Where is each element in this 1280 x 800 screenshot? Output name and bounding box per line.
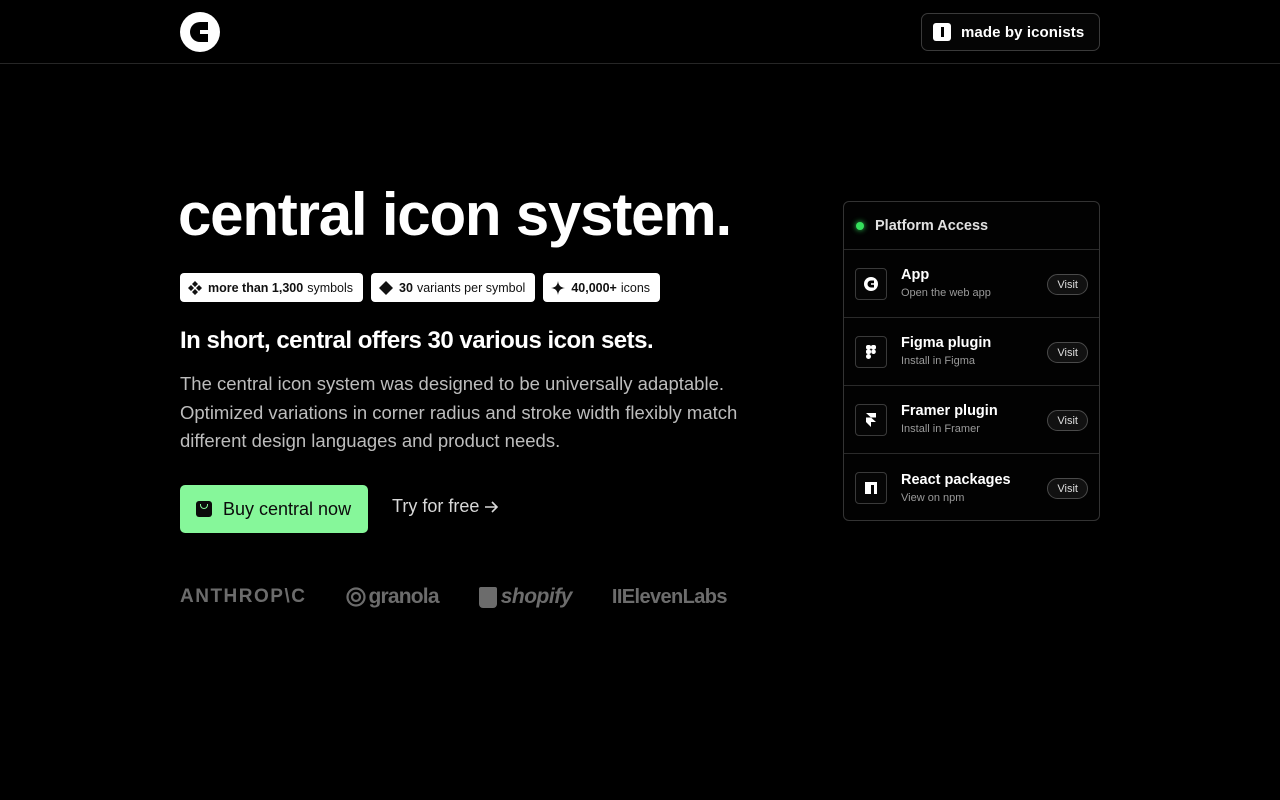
granola-swirl-icon xyxy=(346,587,367,607)
platform-item-title: Figma plugin xyxy=(901,335,992,351)
top-bar: made by iconists xyxy=(0,0,1280,64)
buy-central-button[interactable]: Buy central now xyxy=(180,485,368,533)
pill-bold: 40,000+ xyxy=(571,280,617,295)
npm-icon xyxy=(855,472,887,504)
platform-item-title: React packages xyxy=(901,471,1011,488)
visit-figma-button[interactable]: Visit xyxy=(1047,342,1088,363)
platform-item-app[interactable]: App Open the web app Visit xyxy=(844,250,1099,318)
customer-logos: ANTHROP\C granola shopify IIElevenLabs xyxy=(180,582,728,612)
framer-icon xyxy=(855,403,887,436)
hero-title: central icon system. xyxy=(178,181,732,248)
pill-symbols: more than 1,300 symbols xyxy=(180,273,364,302)
anthropic-logo: ANTHROP\C xyxy=(180,586,307,607)
arrow-right-icon xyxy=(485,500,499,513)
central-c-icon xyxy=(855,267,887,300)
try-label: Try for free xyxy=(392,496,480,516)
pill-bold: more than 1,300 xyxy=(208,280,304,295)
hero-subheading: In short, central offers 30 various icon… xyxy=(180,327,654,354)
platform-item-title: Framer plugin xyxy=(901,403,998,419)
elevenlabs-logo: IIElevenLabs xyxy=(611,585,728,608)
platform-item-subtitle: Open the web app xyxy=(901,287,991,299)
granola-label: granola xyxy=(368,585,439,608)
visit-app-button[interactable]: Visit xyxy=(1047,274,1088,295)
pill-text: icons xyxy=(620,280,651,295)
made-by-label: made by iconists xyxy=(961,23,1085,41)
iconists-logo-icon xyxy=(933,23,951,41)
buy-label: Buy central now xyxy=(223,498,352,519)
pill-variants: 30 variants per symbol xyxy=(371,273,536,302)
made-by-iconists-button[interactable]: made by iconists xyxy=(921,13,1100,51)
grid-diamond-icon xyxy=(188,280,202,295)
hero-description: The central icon system was designed to … xyxy=(180,373,738,451)
figma-icon xyxy=(855,335,887,368)
platform-item-subtitle: View on npm xyxy=(901,491,965,504)
panel-header: Platform Access xyxy=(844,202,1099,250)
platform-item-react[interactable]: React packages View on npm Visit xyxy=(844,454,1099,520)
status-dot xyxy=(856,221,864,230)
platform-item-subtitle: Install in Figma xyxy=(901,355,975,367)
try-for-free-link[interactable]: Try for free xyxy=(392,496,499,517)
panel-title: Platform Access xyxy=(875,217,989,234)
platform-item-subtitle: Install in Framer xyxy=(901,423,980,435)
visit-npm-button[interactable]: Visit xyxy=(1047,478,1088,499)
sparkle-icon xyxy=(551,280,566,295)
pill-icons: 40,000+ icons xyxy=(543,273,661,302)
platform-item-figma[interactable]: Figma plugin Install in Figma Visit xyxy=(844,318,1099,386)
granola-logo: granola xyxy=(346,585,440,609)
shopify-logo: shopify xyxy=(478,585,573,609)
pill-text: symbols xyxy=(307,280,354,295)
central-logo-icon[interactable] xyxy=(180,12,220,52)
shopify-label: shopify xyxy=(500,585,573,608)
shopping-bag-icon xyxy=(196,501,212,517)
pill-bold: 30 xyxy=(399,280,413,295)
platform-item-title: App xyxy=(901,267,930,283)
pill-text: variants per symbol xyxy=(416,280,526,295)
diamond-icon xyxy=(379,280,394,295)
feature-pills: more than 1,300 symbols 30 variants per … xyxy=(180,273,661,302)
shopify-bag-icon xyxy=(478,586,497,608)
platform-access-panel: Platform Access App Open the web app Vis… xyxy=(843,201,1100,521)
visit-framer-button[interactable]: Visit xyxy=(1047,410,1088,431)
platform-item-framer[interactable]: Framer plugin Install in Framer Visit xyxy=(844,386,1099,454)
